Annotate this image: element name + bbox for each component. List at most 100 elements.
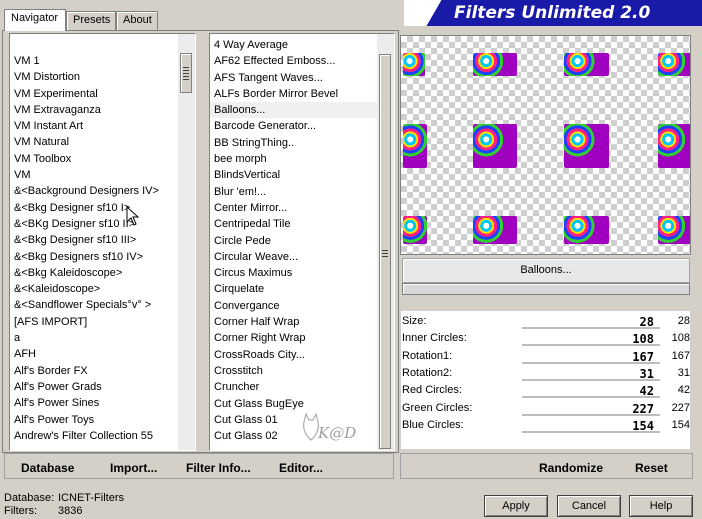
filter-item[interactable]: Barcode Generator...	[210, 118, 377, 134]
filter-name-button[interactable]: Balloons...	[402, 258, 690, 283]
parameter-value: 154	[671, 418, 690, 431]
category-item[interactable]: VM Toolbox	[10, 151, 178, 167]
import-button[interactable]: Import...	[110, 461, 157, 475]
category-item[interactable]: &<Bkg Kaleidoscope>	[10, 265, 178, 281]
filter-item[interactable]: AFS Tangent Waves...	[210, 70, 377, 86]
category-item[interactable]: VM Natural	[10, 134, 178, 150]
watermark-logo: K@D	[300, 412, 370, 448]
database-button[interactable]: Database	[21, 461, 74, 475]
parameter-value: 42	[677, 384, 690, 397]
help-button[interactable]: Help	[629, 495, 693, 517]
title-banner: Filters Unlimited 2.0	[404, 0, 702, 26]
category-item[interactable]: VM	[10, 167, 178, 183]
category-item[interactable]: &<Sandflower Specials°v° >	[10, 297, 178, 313]
parameter-label: Green Circles:	[402, 401, 473, 414]
category-item[interactable]: Alf's Border FX	[10, 363, 178, 379]
filter-item[interactable]: CrossRoads City...	[210, 347, 377, 363]
category-item[interactable]: [AFS IMPORT]	[10, 314, 178, 330]
parameter-label: Rotation2:	[402, 366, 453, 379]
filter-item[interactable]: Cirquelate	[210, 281, 377, 297]
apply-button[interactable]: Apply	[484, 495, 548, 517]
parameter-number: 28	[639, 315, 654, 329]
navigator-buttons: Database Import... Filter Info... Editor…	[4, 453, 394, 479]
category-item[interactable]: AFH	[10, 346, 178, 362]
category-item[interactable]: &<Bkg Designer sf10 III>	[10, 232, 178, 248]
mouse-cursor-icon	[126, 206, 140, 226]
category-item[interactable]: &<Kaleidoscope>	[10, 281, 178, 297]
parameter-row[interactable]: Size: 28 28	[402, 315, 690, 332]
parameter-value: 167	[671, 349, 690, 362]
category-item[interactable]: VM Distortion	[10, 69, 178, 85]
filter-item[interactable]: AF62 Effected Emboss...	[210, 53, 377, 69]
filter-item[interactable]: bee morph	[210, 151, 377, 167]
parameter-number: 108	[632, 332, 654, 347]
status-database: Database: ICNET-Filters	[4, 492, 124, 504]
category-item[interactable]: &<Bkg Designers sf10 IV>	[10, 249, 178, 265]
filter-preview	[400, 35, 691, 255]
filter-item[interactable]: Circus Maximus	[210, 265, 377, 281]
category-item[interactable]: &<Background Designers IV>	[10, 183, 178, 199]
parameter-label: Size:	[402, 315, 427, 327]
cancel-button[interactable]: Cancel	[557, 495, 621, 517]
category-item[interactable]: &<Bkg Designer sf10 I>	[10, 200, 178, 216]
parameter-label: Rotation1:	[402, 349, 453, 362]
filter-item[interactable]: Circular Weave...	[210, 249, 377, 265]
category-item[interactable]: VM Instant Art	[10, 118, 178, 134]
filter-item[interactable]: Convergance	[210, 298, 377, 314]
parameter-row[interactable]: Inner Circles: 108 108	[402, 332, 690, 349]
parameter-number: 167	[632, 349, 654, 364]
filter-item[interactable]: Blur 'em!...	[210, 184, 377, 200]
parameter-number: 42	[639, 384, 654, 399]
filter-item[interactable]: Corner Right Wrap	[210, 330, 377, 346]
category-item[interactable]: Andrew's Filter Collection 55	[10, 428, 178, 444]
category-item[interactable]: &<BKg Designer sf10 II>	[10, 216, 178, 232]
parameter-row[interactable]: Blue Circles: 154 154	[402, 419, 690, 436]
filter-item[interactable]: Cut Glass BugEye	[210, 396, 377, 412]
parameter-row[interactable]: Green Circles: 227 227	[402, 402, 690, 419]
category-item[interactable]: VM Experimental	[10, 86, 178, 102]
filter-item[interactable]: Crosstitch	[210, 363, 377, 379]
progress-bar	[402, 283, 690, 295]
tab-presets[interactable]: Presets	[66, 11, 116, 30]
category-scroll-thumb[interactable]	[180, 53, 192, 93]
parameter-value: 31	[677, 366, 690, 379]
tab-about[interactable]: About	[116, 11, 158, 30]
filter-item[interactable]: BlindsVertical	[210, 167, 377, 183]
filter-item[interactable]: Center Mirror...	[210, 200, 377, 216]
filter-item[interactable]: 4 Way Average	[210, 37, 377, 53]
filter-item[interactable]: ALFs Border Mirror Bevel	[210, 86, 377, 102]
status-filters: Filters: 3836	[4, 505, 83, 517]
reset-button[interactable]: Reset	[635, 461, 668, 475]
parameter-number: 154	[632, 418, 654, 433]
category-item[interactable]: a	[10, 330, 178, 346]
randomize-button[interactable]: Randomize	[539, 461, 603, 475]
parameter-row[interactable]: Rotation2: 31 31	[402, 367, 690, 384]
parameter-number: 227	[632, 401, 654, 416]
filter-info-button[interactable]: Filter Info...	[186, 461, 251, 475]
category-item[interactable]: Alf's Power Toys	[10, 412, 178, 428]
filter-item[interactable]: Circle Pede	[210, 233, 377, 249]
parameter-row[interactable]: Red Circles: 42 42	[402, 384, 690, 401]
category-list[interactable]: VM 1 VM Distortion VM Experimental VM Extra…	[9, 33, 196, 451]
filter-item[interactable]: Cruncher	[210, 379, 377, 395]
parameter-row[interactable]: Rotation1: 167 167	[402, 350, 690, 367]
editor-button[interactable]: Editor...	[279, 461, 323, 475]
parameter-label: Inner Circles:	[402, 332, 467, 345]
category-item[interactable]: VM 1	[10, 53, 178, 69]
parameter-value: 108	[671, 332, 690, 345]
category-item[interactable]: Alf's Power Sines	[10, 395, 178, 411]
parameter-number: 31	[639, 366, 654, 381]
filter-scrollbar[interactable]	[377, 34, 394, 450]
filter-item[interactable]: Corner Half Wrap	[210, 314, 377, 330]
filter-scroll-thumb[interactable]	[379, 54, 391, 449]
category-scrollbar[interactable]	[178, 34, 195, 450]
filter-list[interactable]: 4 Way Average AF62 Effected Emboss... AFS …	[209, 33, 395, 451]
filter-item[interactable]: Balloons...	[210, 102, 377, 119]
parameter-value: 227	[671, 401, 690, 414]
category-item[interactable]: Alf's Power Grads	[10, 379, 178, 395]
tab-navigator[interactable]: Navigator	[4, 9, 66, 31]
filter-item[interactable]: Centripedal Tile	[210, 216, 377, 232]
category-item[interactable]: VM Extravaganza	[10, 102, 178, 118]
filter-item[interactable]: BB StringThing..	[210, 135, 377, 151]
parameter-buttons: Randomize Reset	[400, 453, 693, 479]
